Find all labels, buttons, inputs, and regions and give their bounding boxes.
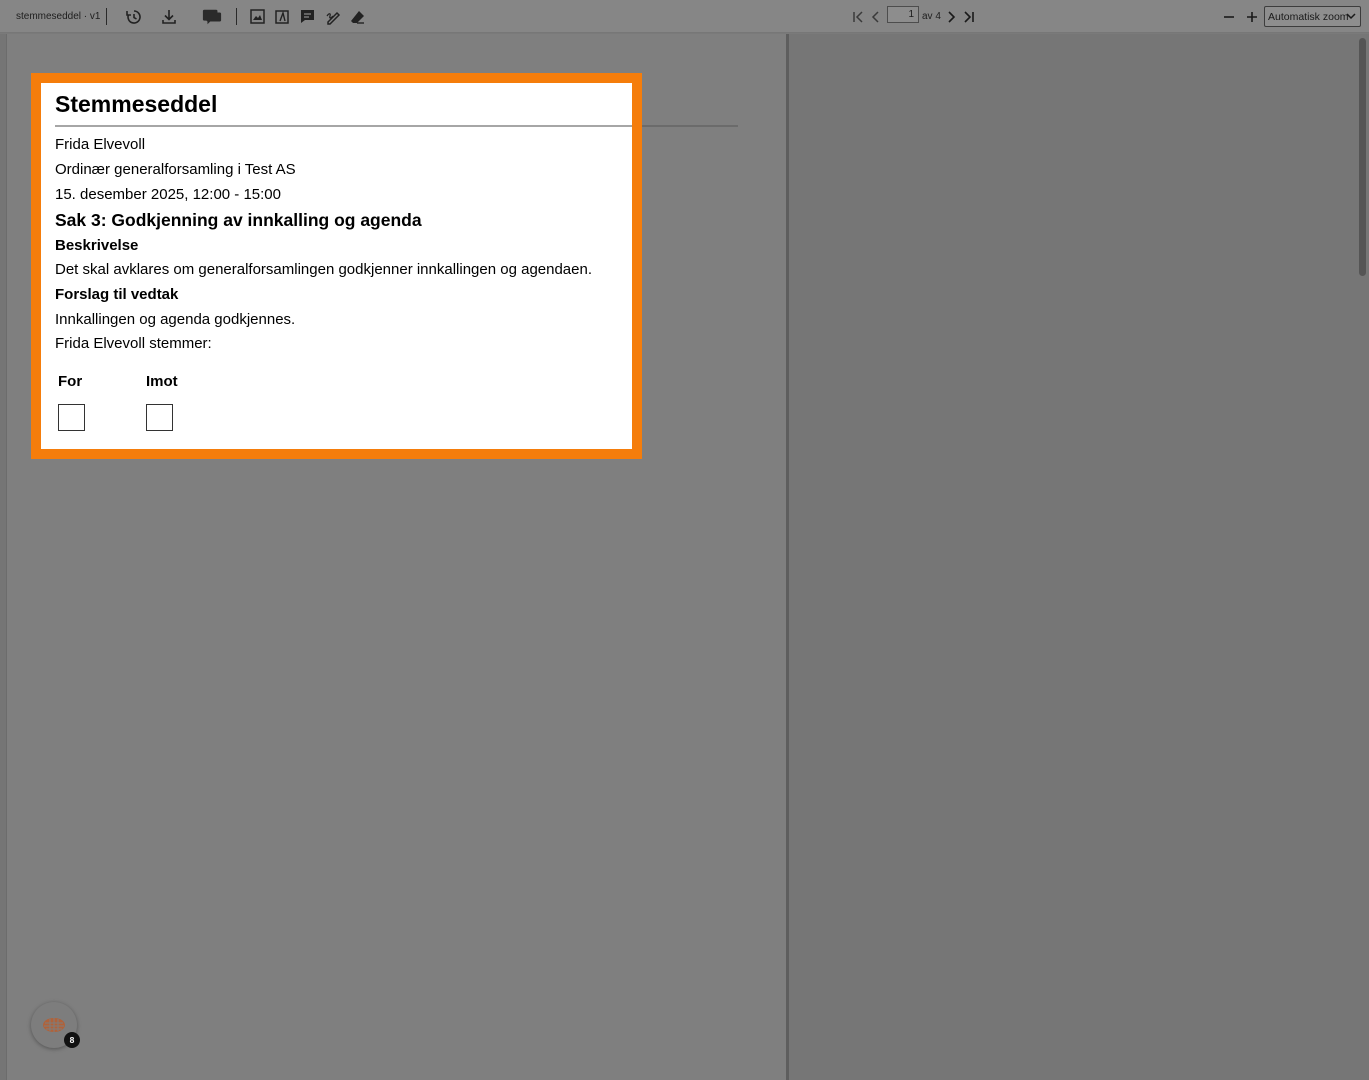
page-number-input[interactable]	[887, 6, 919, 23]
page-rule	[640, 125, 738, 127]
eraser-icon[interactable]	[348, 0, 368, 33]
first-page-icon[interactable]	[848, 0, 868, 33]
ballot-title: Stemmeseddel	[55, 91, 218, 117]
ballot-card: Stemmeseddel Frida Elvevoll Ordinær gene…	[41, 83, 632, 449]
zoom-select-value: Automatisk zoom	[1268, 10, 1349, 23]
toolbar-separator	[236, 8, 237, 25]
left-edge	[0, 34, 7, 1080]
last-page-icon[interactable]	[959, 0, 979, 33]
comment-icon[interactable]	[297, 0, 317, 33]
vote-for-checkbox[interactable]	[58, 404, 85, 431]
option-for-label: For	[58, 373, 83, 390]
signature-icon[interactable]	[324, 0, 344, 33]
download-icon[interactable]	[159, 0, 179, 33]
chevron-down-icon	[1346, 13, 1356, 20]
comments-icon[interactable]	[202, 0, 222, 33]
meeting-name: Ordinær generalforsamling i Test AS	[55, 161, 296, 178]
description-heading: Beskrivelse	[55, 237, 139, 254]
zoom-in-icon[interactable]	[1242, 0, 1262, 33]
side-pane	[789, 34, 1369, 1080]
vote-prompt: Frida Elvevoll stemmer:	[55, 335, 212, 352]
option-against-label: Imot	[146, 373, 178, 390]
case-title: Sak 3: Godkjenning av innkalling og agen…	[55, 210, 422, 230]
prev-page-icon[interactable]	[866, 0, 886, 33]
assistant-badge: 8	[64, 1032, 80, 1048]
history-icon[interactable]	[124, 0, 144, 33]
title-divider	[55, 125, 632, 127]
meeting-datetime: 15. desember 2025, 12:00 - 15:00	[55, 186, 281, 203]
next-page-icon[interactable]	[941, 0, 961, 33]
vote-against-checkbox[interactable]	[146, 404, 173, 431]
description-text: Det skal avklares om generalforsamlingen…	[55, 261, 593, 278]
zoom-select[interactable]: Automatisk zoom	[1264, 6, 1361, 27]
zoom-out-icon[interactable]	[1219, 0, 1239, 33]
insert-image-icon[interactable]	[247, 0, 267, 33]
proposal-text: Innkallingen og agenda godkjennes.	[55, 311, 296, 328]
proposal-heading: Forslag til vedtak	[55, 286, 179, 303]
page-total-label: av 4	[922, 11, 941, 22]
insert-text-icon[interactable]	[272, 0, 292, 33]
document-name: stemmeseddel · v1	[16, 11, 101, 22]
scrollbar-thumb[interactable]	[1359, 38, 1366, 276]
voter-name: Frida Elvevoll	[55, 136, 146, 153]
brain-icon	[43, 1018, 65, 1032]
pdf-toolbar: stemmeseddel · v1 av 4 A	[0, 0, 1369, 33]
toolbar-separator	[106, 8, 107, 25]
